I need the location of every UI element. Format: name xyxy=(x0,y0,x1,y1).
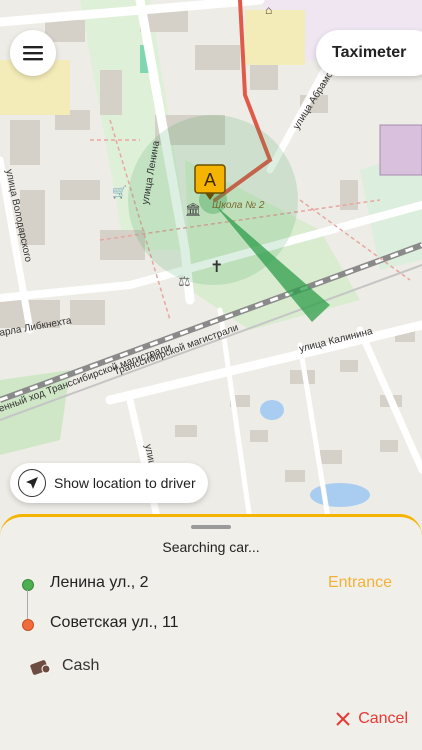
hamburger-icon xyxy=(23,46,43,61)
destination-address[interactable]: Советская ул., 11 xyxy=(50,614,179,632)
menu-button[interactable] xyxy=(10,30,56,76)
bottom-sheet: Searching car... Ленина ул., 2 Entrance … xyxy=(0,514,422,750)
cross-icon: ✝ xyxy=(210,259,223,276)
entrance-button[interactable]: Entrance xyxy=(328,574,392,592)
share-location-button[interactable]: Show location to driver xyxy=(10,463,208,503)
shop-icon: 🛒 xyxy=(112,185,127,199)
house-icon: ⌂ xyxy=(265,3,272,17)
taximeter-button[interactable]: Taximeter xyxy=(316,30,422,76)
route-connector xyxy=(27,590,28,619)
destination-dot xyxy=(22,619,34,631)
status-text: Searching car... xyxy=(162,539,260,555)
scales-icon: ⚖ xyxy=(178,273,191,289)
payment-method[interactable]: Cash xyxy=(30,657,99,675)
drag-handle[interactable] xyxy=(191,525,231,529)
marker-letter: A xyxy=(204,170,216,190)
close-icon xyxy=(336,712,350,726)
origin-dot xyxy=(22,579,34,591)
cash-icon xyxy=(30,660,51,675)
share-location-label: Show location to driver xyxy=(54,475,196,491)
payment-label: Cash xyxy=(62,657,100,674)
origin-address[interactable]: Ленина ул., 2 xyxy=(50,574,149,592)
cancel-label: Cancel xyxy=(358,710,408,727)
poi-label: Школа № 2 xyxy=(212,200,265,211)
location-arrow-icon xyxy=(18,469,46,497)
cancel-button[interactable]: Cancel xyxy=(336,710,408,728)
map[interactable]: ⚖ ✝ 🏛 🛒 ⌂ улица Ленина улица Абрамов ули… xyxy=(0,0,422,530)
taximeter-label: Taximeter xyxy=(332,44,407,61)
school-icon: 🏛 xyxy=(185,202,202,217)
